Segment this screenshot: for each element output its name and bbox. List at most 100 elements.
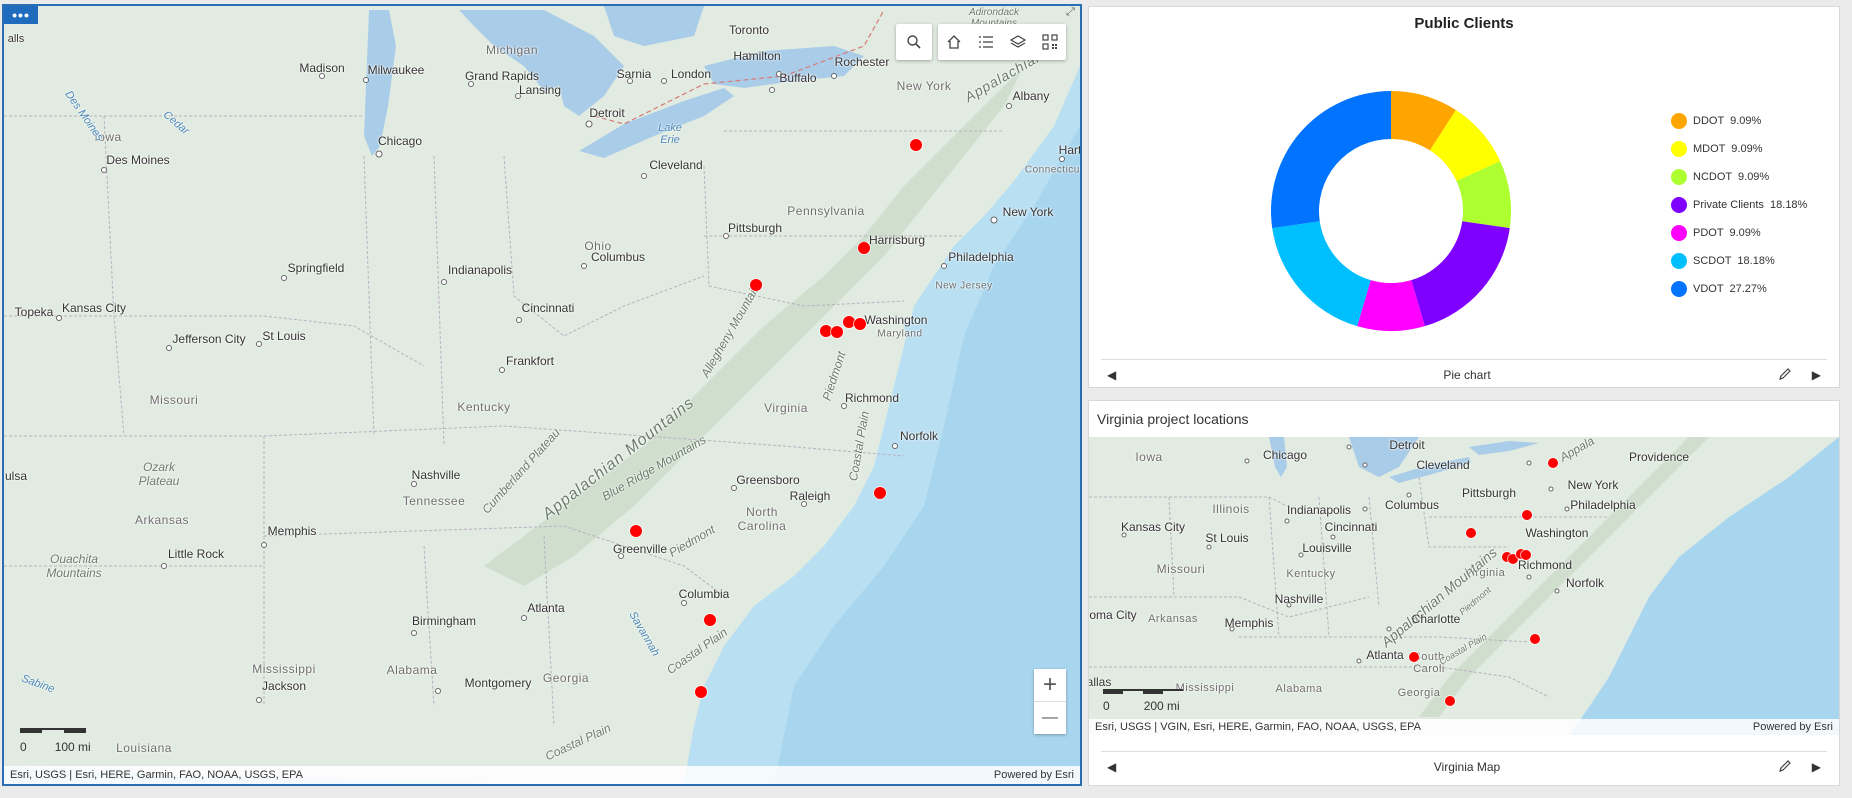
legend-swatch [1671,225,1687,241]
map-label: Atlanta [1366,648,1404,662]
chart-panel: Public Clients DDOT 9.09% MDOT 9.09% NCDOT… [1088,6,1840,388]
legend-item[interactable]: PDOT 9.09% [1671,219,1807,247]
map-label: Nashville [1274,592,1324,606]
project-marker[interactable] [858,242,870,254]
project-marker[interactable] [1445,696,1455,706]
legend-item[interactable]: MDOT 9.09% [1671,135,1807,163]
map-label: Richmond [1517,558,1573,572]
map-label: Richmond [844,391,900,405]
map-label: Atlanta [527,601,565,615]
map-label: New Jersey [935,280,993,292]
project-marker[interactable] [831,326,843,338]
donut-chart[interactable] [1261,81,1521,341]
project-marker[interactable] [695,686,707,698]
layers-icon[interactable] [1002,24,1034,60]
map-label: Norfolk [1565,576,1605,590]
project-marker[interactable] [1530,634,1540,644]
map-label: Arkansas [1148,613,1198,625]
project-marker[interactable] [750,279,762,291]
map-label: St Louis [1205,531,1249,545]
map-label: Chicago [377,134,423,148]
prev-arrow-icon[interactable]: ◀ [1101,760,1116,774]
legend-icon[interactable] [970,24,1002,60]
attribution-text[interactable]: Esri, USGS | Esri, HERE, Garmin, FAO, NO… [10,769,303,781]
project-marker[interactable] [1466,528,1476,538]
next-arrow-icon[interactable]: ▶ [1812,368,1821,382]
project-marker[interactable] [874,487,886,499]
map-label: Maryland [877,328,923,340]
pie-slice-private-clients[interactable] [1411,221,1510,327]
map-label: Kentucky [457,400,511,414]
prev-arrow-icon[interactable]: ◀ [1101,368,1116,382]
map-label: Iowa [1135,450,1163,464]
map-label: Ouachita Mountains [46,552,102,580]
panel-title: Virginia project locations [1097,411,1249,427]
project-marker[interactable] [630,525,642,537]
project-marker[interactable] [1521,550,1531,560]
project-marker[interactable] [910,139,922,151]
home-icon[interactable] [938,24,970,60]
map-label: oma City [1089,608,1137,622]
map-label: Missouri [1156,562,1206,576]
map-label: ulsa [4,469,28,483]
map-label: Madison [299,61,345,75]
map-label: London [670,67,712,81]
pie-slice-vdot[interactable] [1271,91,1391,229]
legend-item[interactable]: DDOT 9.09% [1671,107,1807,135]
legend-swatch [1671,197,1687,213]
map-label: Rochester [834,55,890,69]
map-label: Connecticut [1024,164,1082,176]
qr-code-icon[interactable] [1034,24,1066,60]
map-label: Topeka [14,305,54,319]
map-label: Detroit [589,106,625,120]
project-marker[interactable] [1409,652,1419,662]
powered-by[interactable]: Powered by Esri [994,769,1074,781]
project-marker[interactable] [704,614,716,626]
map-label: Frankfort [505,354,555,368]
map-label: Columbus [590,250,646,264]
legend-swatch [1671,281,1687,297]
legend-item[interactable]: NCDOT 9.09% [1671,163,1807,191]
project-marker[interactable] [1548,458,1558,468]
scale-label: 100 mi [54,740,91,754]
map-label: Louisville [1302,541,1352,555]
edit-icon[interactable] [1778,367,1792,384]
legend-item[interactable]: SCDOT 18.18% [1671,247,1807,275]
attribution-text[interactable]: Esri, USGS | VGIN, Esri, HERE, Garmin, F… [1095,721,1421,733]
map-label: Montgomery [464,676,532,690]
project-marker[interactable] [854,318,866,330]
map-label: St Louis [262,329,306,343]
legend-swatch [1671,253,1687,269]
map-label: Columbus [1384,498,1440,512]
zoom-in-button[interactable]: + [1034,669,1066,702]
panel-menu-button[interactable]: ••• [4,6,38,24]
zoom-out-button[interactable]: — [1034,702,1066,734]
virginia-map[interactable]: Iowa Chicago Detroit Cleveland Appala Pr… [1089,437,1839,735]
va-map-attribution: Esri, USGS | VGIN, Esri, HERE, Garmin, F… [1089,719,1839,735]
next-arrow-icon[interactable]: ▶ [1812,760,1821,774]
map-label: Philadelphia [1570,498,1636,512]
map-label: Tennessee [402,494,466,508]
map-label: Columbia [678,587,730,601]
chart-footer-label: Pie chart [1443,368,1491,382]
map-label: Chicago [1262,448,1308,462]
legend-item[interactable]: Private Clients 18.18% [1671,191,1807,219]
map-label: Illinois [1212,502,1250,516]
powered-by[interactable]: Powered by Esri [1753,721,1833,733]
legend-item[interactable]: VDOT 27.27% [1671,275,1807,303]
map-label: Detroit [1389,438,1425,452]
pie-slice-scdot[interactable] [1272,221,1371,327]
main-map[interactable]: ••• Toronto Hamilton Rochester Buffalo S… [2,4,1082,786]
legend-label: NCDOT 9.09% [1693,171,1770,183]
va-map-footer: ◀ Virginia Map ▶ [1101,751,1827,782]
lake-huron [459,10,624,116]
map-label: Little Rock [167,547,225,561]
legend-label: VDOT 27.27% [1693,283,1767,295]
search-icon[interactable] [896,24,932,60]
map-label: Pittsburgh [1461,486,1517,500]
map-label: Pennsylvania [787,204,865,218]
map-search-toolbar [896,24,932,60]
expand-icon[interactable]: ⤢ [1066,6,1080,20]
edit-icon[interactable] [1778,759,1792,776]
project-marker[interactable] [1522,510,1532,520]
